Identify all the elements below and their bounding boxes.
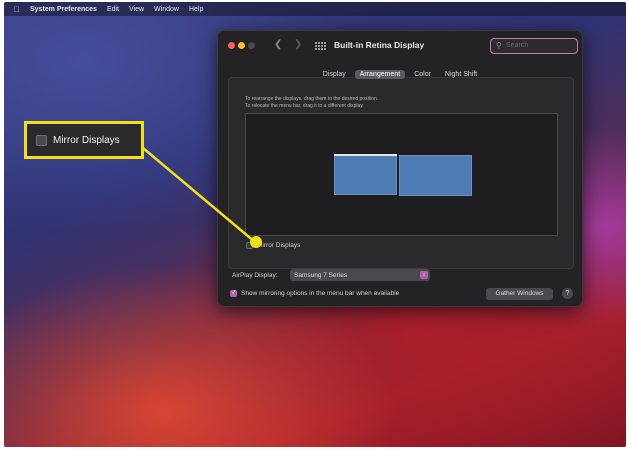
arrangement-instructions: To rearrange the displays, drag them to … xyxy=(245,96,378,109)
airplay-selected-value: Samsung 7 Series xyxy=(294,271,348,279)
menu-app-name[interactable]: System Preferences xyxy=(30,6,97,13)
display-arrangement-area[interactable] xyxy=(245,113,558,236)
show-mirroring-option[interactable]: Show mirroring options in the menu bar w… xyxy=(230,289,400,297)
preferences-window: ❮ ❯ Built-in Retina Display ⚲ Search Dis… xyxy=(217,30,583,307)
mirror-displays-checkbox[interactable]: Mirror Displays xyxy=(246,242,300,249)
search-input[interactable]: ⚲ Search xyxy=(490,38,578,54)
instructions-line-2: To relocate the menu bar, drag it to a d… xyxy=(245,102,364,109)
mirror-displays-callout: Mirror Displays xyxy=(24,121,144,159)
airplay-display-select[interactable]: Samsung 7 Series ↕ xyxy=(290,269,430,281)
gather-windows-button[interactable]: Gather Windows xyxy=(486,288,553,300)
menu-help[interactable]: Help xyxy=(189,6,203,13)
callout-checkbox-icon xyxy=(36,134,47,146)
airplay-label: AirPlay Display: xyxy=(232,272,278,279)
menu-window[interactable]: Window xyxy=(154,6,179,13)
zoom-button[interactable] xyxy=(248,42,255,49)
search-icon: ⚲ xyxy=(496,41,502,50)
close-button[interactable] xyxy=(228,42,235,49)
grid-icon[interactable] xyxy=(315,42,326,50)
menu-edit[interactable]: Edit xyxy=(107,6,119,13)
display-secondary[interactable] xyxy=(399,155,472,196)
menu-view[interactable]: View xyxy=(129,6,144,13)
instructions-line-1: To rearrange the displays, drag them to … xyxy=(245,96,379,102)
mirror-displays-label: Mirror Displays xyxy=(257,242,301,249)
show-mirroring-checkbox[interactable] xyxy=(230,289,237,297)
title-bar[interactable]: ❮ ❯ Built-in Retina Display ⚲ Search xyxy=(218,31,582,61)
display-main[interactable] xyxy=(334,154,397,195)
chevron-left-icon[interactable]: ❮ xyxy=(274,39,282,50)
tab-night-shift[interactable]: Night Shift xyxy=(440,70,482,79)
window-title: Built-in Retina Display xyxy=(334,40,425,50)
chevron-right-icon[interactable]: ❯ xyxy=(294,39,302,50)
help-button[interactable]: ? xyxy=(562,288,573,299)
show-mirroring-label: Show mirroring options in the menu bar w… xyxy=(241,290,400,297)
menu-bar:  System Preferences Edit View Window He… xyxy=(4,2,626,16)
tab-display[interactable]: Display xyxy=(318,70,351,79)
mirror-displays-box[interactable] xyxy=(246,242,253,249)
minimize-button[interactable] xyxy=(238,42,245,49)
search-placeholder: Search xyxy=(506,42,529,49)
tab-bar: Display Arrangement Color Night Shift xyxy=(218,70,582,79)
callout-label: Mirror Displays xyxy=(53,134,120,146)
chevron-updown-icon: ↕ xyxy=(420,271,428,279)
apple-icon[interactable]:  xyxy=(14,5,20,14)
tab-color[interactable]: Color xyxy=(409,70,436,79)
tab-arrangement[interactable]: Arrangement xyxy=(354,70,406,79)
